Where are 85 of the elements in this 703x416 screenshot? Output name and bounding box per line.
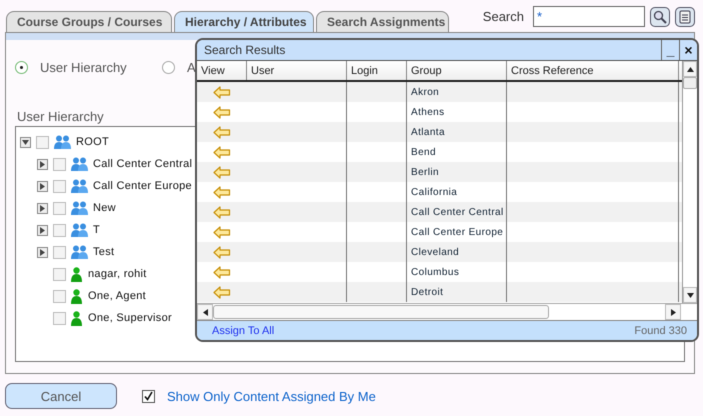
tab[interactable]: Course Groups / Courses	[6, 11, 172, 32]
left-arrow-icon[interactable]	[213, 246, 231, 258]
user-icon	[71, 266, 82, 282]
section-label: User Hierarchy	[17, 109, 104, 124]
left-arrow-icon[interactable]	[213, 166, 231, 178]
tree-item[interactable]: Call Center Europe	[93, 180, 192, 192]
expander-icon[interactable]	[37, 202, 48, 214]
search-icon	[653, 10, 667, 24]
tree-item[interactable]: nagar, rohit	[88, 268, 147, 280]
assign-to-all-link[interactable]: Assign To All	[212, 324, 274, 336]
left-arrow-icon[interactable]	[213, 266, 231, 278]
left-arrow-icon[interactable]	[213, 146, 231, 158]
user-group-icon	[71, 156, 89, 172]
checkbox[interactable]	[53, 202, 66, 214]
left-arrow-icon[interactable]	[213, 226, 231, 238]
user-icon	[71, 310, 82, 326]
close-button[interactable]: ×	[679, 40, 697, 60]
table-cell: Call Center Central	[407, 202, 507, 222]
search-button[interactable]	[650, 6, 670, 26]
scroll-up-icon[interactable]	[686, 66, 694, 72]
expander-icon[interactable]	[37, 180, 48, 192]
user-group-icon	[71, 178, 89, 194]
tree-item[interactable]: New	[93, 202, 116, 214]
user-group-icon	[71, 244, 89, 260]
user-icon	[71, 288, 82, 304]
table-cell: Atlanta	[407, 122, 507, 142]
window-title: Search Results	[204, 43, 286, 57]
user-group-icon	[54, 134, 72, 150]
checkbox-label[interactable]: Show Only Content Assigned By Me	[167, 388, 376, 404]
table-cell: Detroit	[407, 282, 507, 302]
expander-icon[interactable]	[20, 136, 31, 148]
radio-button[interactable]	[162, 61, 175, 74]
checkbox[interactable]	[53, 290, 66, 302]
column-header[interactable]: User	[247, 61, 347, 80]
tree-item[interactable]: One, Agent	[88, 290, 146, 302]
tree-item[interactable]: One, Supervisor	[88, 312, 172, 324]
table-cell: Akron	[407, 82, 507, 102]
checkbox[interactable]	[53, 312, 66, 324]
table-cell: Berlin	[407, 162, 507, 182]
vertical-scrollbar[interactable]	[682, 61, 697, 303]
left-arrow-icon[interactable]	[213, 186, 231, 198]
checkbox[interactable]	[53, 158, 66, 170]
tree-item[interactable]: T	[93, 224, 100, 236]
document-icon	[679, 10, 691, 24]
expander-icon[interactable]	[37, 246, 48, 258]
radio-label: User Hierarchy	[40, 60, 127, 75]
checkbox[interactable]	[36, 136, 49, 148]
search-label: Search	[482, 9, 524, 24]
column-header[interactable]: Cross Reference	[507, 61, 679, 80]
left-arrow-icon[interactable]	[213, 106, 231, 118]
tree-item[interactable]: Call Center Central	[93, 158, 192, 170]
scroll-thumb[interactable]	[213, 305, 549, 319]
checkbox[interactable]	[142, 390, 155, 402]
table-cell: Cleveland	[407, 242, 507, 262]
radio-label: A	[187, 60, 196, 75]
user-group-icon	[71, 222, 89, 238]
checkbox[interactable]	[53, 268, 66, 280]
left-arrow-icon[interactable]	[213, 286, 231, 298]
result-count: Found 330	[634, 324, 687, 336]
radio-button[interactable]	[15, 61, 28, 74]
checkbox[interactable]	[53, 246, 66, 258]
column-header[interactable]: Login	[347, 61, 407, 80]
checkbox[interactable]	[53, 224, 66, 236]
expander-icon[interactable]	[37, 158, 48, 170]
scroll-right-icon[interactable]	[670, 308, 676, 316]
column-header[interactable]: View	[197, 61, 247, 80]
tree-item[interactable]: Test	[93, 246, 114, 258]
search-field[interactable]: *	[533, 6, 645, 27]
horizontal-scrollbar[interactable]	[197, 303, 697, 320]
column-header[interactable]: Group	[407, 61, 507, 80]
scroll-down-icon[interactable]	[686, 292, 694, 298]
minimize-button[interactable]: _	[661, 40, 679, 60]
scroll-left-icon[interactable]	[202, 308, 208, 316]
scroll-thumb[interactable]	[683, 77, 697, 89]
user-group-icon	[71, 200, 89, 216]
tree-item[interactable]: ROOT	[76, 136, 109, 148]
left-arrow-icon[interactable]	[213, 206, 231, 218]
tab[interactable]: Hierarchy / Attributes	[174, 11, 314, 32]
document-button[interactable]	[675, 6, 695, 26]
checkbox[interactable]	[53, 180, 66, 192]
left-arrow-icon[interactable]	[213, 126, 231, 138]
tab[interactable]: Search Assignments	[316, 11, 449, 32]
expander-icon[interactable]	[37, 224, 48, 236]
left-arrow-icon[interactable]	[213, 86, 231, 98]
cancel-button[interactable]: Cancel	[5, 383, 117, 409]
